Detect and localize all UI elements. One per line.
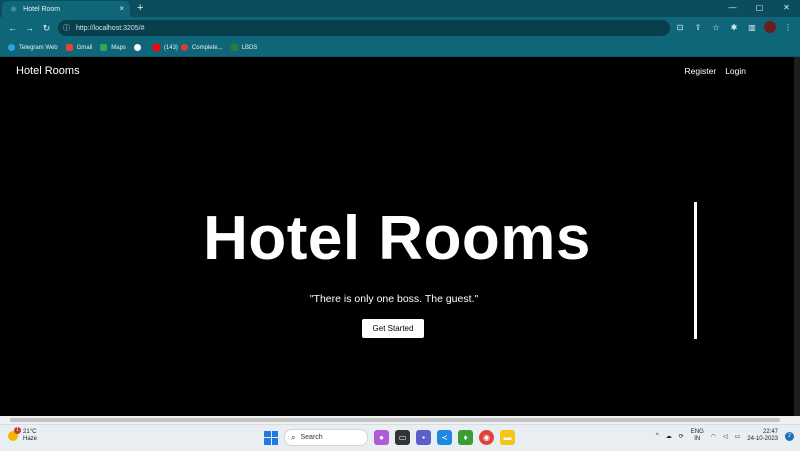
- bookmark-label: (143): [163, 44, 178, 51]
- search-icon: ⌕: [291, 432, 296, 442]
- clock[interactable]: 22:47 24-10-2023: [747, 429, 778, 443]
- taskbar-apps: ⌕ Search ● ▭ ▪ ≺ ♦ ◉ ▬: [264, 429, 515, 446]
- weather-badge: 1: [14, 427, 21, 434]
- back-arrow-icon[interactable]: ←: [4, 23, 21, 33]
- window-controls: — ▢ ✕: [719, 0, 800, 17]
- bookmark-label: Telegram Web: [19, 44, 58, 51]
- extensions-puzzle-icon[interactable]: ✱: [728, 23, 740, 32]
- reload-icon[interactable]: ↻: [38, 23, 55, 34]
- file-explorer-icon[interactable]: ▬: [500, 430, 515, 445]
- youtube-icon: [152, 44, 160, 51]
- temperature: 21°C: [23, 429, 37, 435]
- menu-kebab-icon[interactable]: ⋮: [782, 23, 794, 32]
- login-link[interactable]: Login: [725, 66, 746, 76]
- tab-close-icon[interactable]: ×: [119, 4, 124, 13]
- forward-arrow-icon[interactable]: →: [21, 23, 38, 33]
- navbar-brand[interactable]: Hotel Rooms: [16, 65, 80, 77]
- new-tab-button[interactable]: +: [137, 2, 143, 14]
- record-dot-icon: [180, 44, 188, 51]
- minimize-button[interactable]: —: [719, 0, 746, 17]
- weather-condition: Haze: [23, 436, 38, 442]
- page-viewport: Hotel Rooms Register Login Hotel Rooms "…: [0, 57, 794, 416]
- site-info-icon[interactable]: ⓘ: [63, 23, 70, 33]
- address-bar[interactable]: ⓘ http://localhost:3205/#: [58, 20, 670, 36]
- side-panel-icon[interactable]: ▥: [746, 23, 758, 32]
- bookmark-star-icon[interactable]: ☆: [710, 23, 722, 32]
- copilot-icon[interactable]: ●: [374, 430, 389, 445]
- share-icon[interactable]: ⇪: [692, 23, 704, 32]
- chevron-up-icon[interactable]: ^: [656, 433, 659, 439]
- bookmark-lbds[interactable]: LBDS: [230, 44, 258, 51]
- google-icon: [133, 44, 141, 51]
- clock-date: 24-10-2023: [747, 436, 778, 442]
- chrome-icon[interactable]: ◉: [479, 430, 494, 445]
- url-text[interactable]: http://localhost:3205/#: [76, 25, 145, 32]
- telegram-icon: [8, 44, 15, 51]
- weather-sun-icon: 1: [8, 427, 21, 441]
- gmail-icon: [65, 44, 73, 51]
- hero-title: Hotel Rooms: [203, 204, 591, 273]
- bookmark-google[interactable]: [133, 44, 145, 51]
- tab-title: Hotel Room: [23, 5, 61, 13]
- register-link[interactable]: Register: [685, 66, 717, 76]
- bookmark-label: Maps: [111, 44, 126, 51]
- windows-taskbar: 1 21°C Haze ⌕ Search ● ▭ ▪ ≺ ♦ ◉ ▬ ^ ☁ ⟳…: [0, 424, 800, 451]
- volume-icon[interactable]: ◁: [723, 433, 728, 440]
- clock-time: 22:47: [762, 429, 778, 435]
- bookmark-complete[interactable]: Complete...: [180, 44, 223, 51]
- bookmarks-bar: Telegram Web Gmail Maps (143) Complete..…: [0, 39, 800, 57]
- wifi-icon[interactable]: ◠: [711, 433, 716, 440]
- bookmark-label: Complete...: [191, 44, 223, 51]
- task-view-icon[interactable]: ▭: [395, 430, 410, 445]
- scrollbar-thumb[interactable]: [10, 418, 780, 422]
- vertical-scrollbar[interactable]: [794, 57, 800, 416]
- navbar-links: Register Login: [685, 66, 746, 76]
- region-code: IN: [694, 436, 701, 442]
- bookmark-youtube[interactable]: (143): [152, 44, 178, 51]
- install-app-icon[interactable]: ⊡: [674, 23, 686, 32]
- get-started-button[interactable]: Get Started: [362, 319, 424, 338]
- close-window-button[interactable]: ✕: [773, 0, 800, 17]
- language-code: ENG: [690, 429, 704, 435]
- taskbar-search[interactable]: ⌕ Search: [284, 429, 368, 446]
- bookmark-label: Gmail: [76, 44, 93, 51]
- sheets-icon: [230, 44, 238, 51]
- horizontal-scrollbar[interactable]: [0, 416, 800, 424]
- vscode-icon[interactable]: ≺: [437, 430, 452, 445]
- onedrive-cloud-icon[interactable]: ☁: [666, 433, 672, 440]
- language-indicator[interactable]: ENG IN: [691, 429, 704, 443]
- weather-widget[interactable]: 1 21°C Haze: [8, 427, 38, 443]
- browser-tab[interactable]: ⚛ Hotel Room ×: [2, 1, 130, 17]
- sync-icon[interactable]: ⟳: [679, 433, 684, 440]
- maps-icon: [100, 44, 108, 51]
- browser-tab-strip: ⚛ Hotel Room × + — ▢ ✕: [0, 0, 800, 17]
- profile-avatar[interactable]: [764, 21, 776, 33]
- maximize-button[interactable]: ▢: [746, 0, 773, 17]
- windows-start-icon[interactable]: [264, 430, 278, 445]
- react-favicon-icon: ⚛: [10, 4, 18, 14]
- bookmark-maps[interactable]: Maps: [100, 44, 126, 51]
- hero-vertical-divider: [694, 202, 697, 339]
- bookmark-telegram-web[interactable]: Telegram Web: [8, 44, 58, 51]
- bookmark-gmail[interactable]: Gmail: [65, 44, 93, 51]
- teams-chat-icon[interactable]: ▪: [416, 430, 431, 445]
- toolbar-actions: ⊡ ⇪ ☆ ✱ ▥ ⋮: [674, 21, 794, 33]
- search-label: Search: [300, 434, 323, 441]
- system-tray: ^ ☁ ⟳ ENG IN ◠ ◁ ▭ 22:47 24-10-2023 2: [656, 429, 794, 443]
- battery-icon[interactable]: ▭: [735, 433, 741, 440]
- mongodb-icon[interactable]: ♦: [458, 430, 473, 445]
- browser-toolbar: ← → ↻ ⓘ http://localhost:3205/# ⊡ ⇪ ☆ ✱ …: [0, 17, 800, 39]
- notification-badge[interactable]: 2: [785, 431, 794, 441]
- hero-quote: "There is only one boss. The guest.": [309, 293, 479, 305]
- bookmark-label: LBDS: [241, 44, 258, 51]
